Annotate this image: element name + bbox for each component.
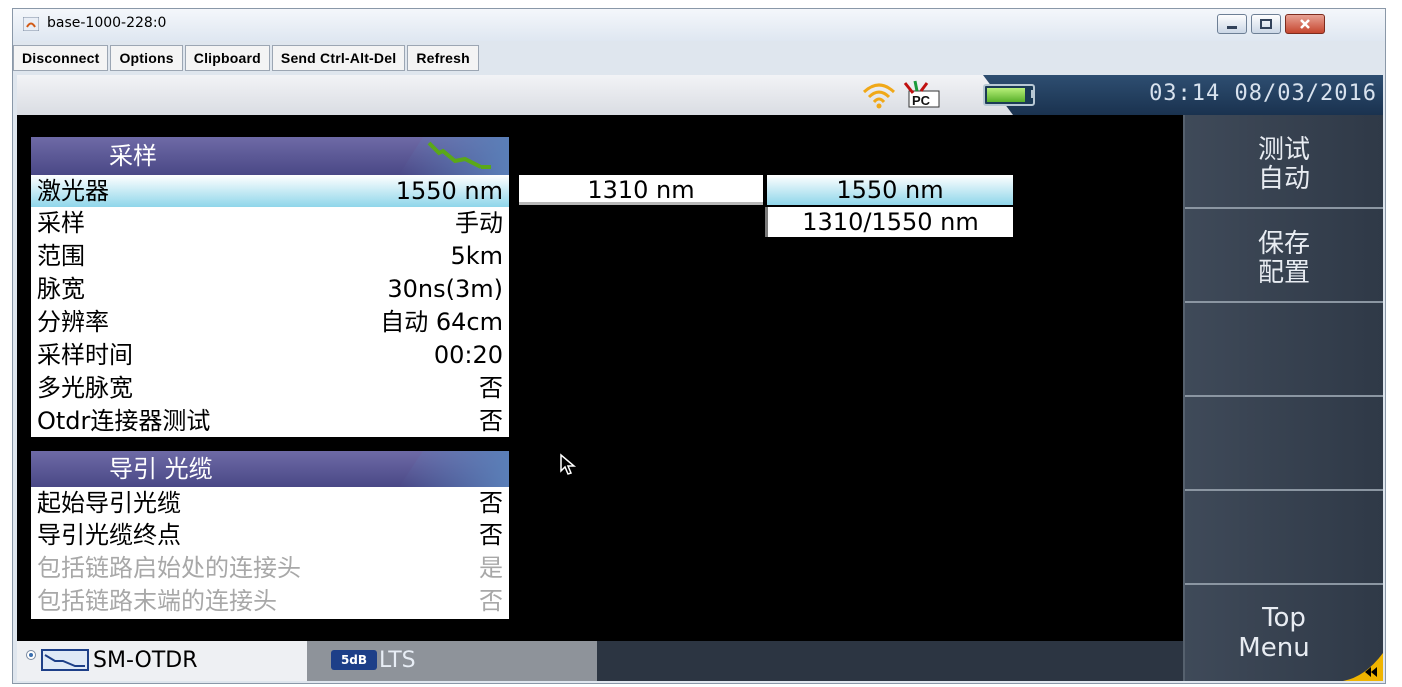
sampling-panel-header: 采样	[31, 137, 509, 175]
close-button[interactable]	[1285, 14, 1325, 34]
row-value: 否	[479, 521, 503, 549]
settings-row-connector-test[interactable]: Otdr连接器测试 否	[31, 405, 509, 437]
device-status-bar: PC 03:14 08/03/2016	[17, 75, 1383, 115]
row-label: Otdr连接器测试	[37, 407, 211, 435]
tab-lts[interactable]: 5dB LTS	[307, 641, 597, 681]
row-label: 脉宽	[37, 275, 85, 303]
remote-screen[interactable]: PC 03:14 08/03/2016 采样 激光器 1550 nm 采样 手动…	[17, 75, 1383, 681]
header-decoration	[399, 451, 509, 487]
row-value: 否	[479, 407, 503, 435]
row-value: 是	[479, 554, 503, 582]
settings-row-range[interactable]: 范围 5km	[31, 240, 509, 272]
settings-row-end-lead[interactable]: 导引光缆终点 否	[31, 519, 509, 551]
tab-sm-otdr[interactable]: SM-OTDR	[17, 641, 307, 681]
settings-row-pulse-width[interactable]: 脉宽 30ns(3m)	[31, 273, 509, 305]
row-label: 包括链路末端的连接头	[37, 587, 277, 615]
settings-row-include-end-connector[interactable]: 包括链路末端的连接头 否	[31, 585, 509, 617]
bottom-tab-bar: SM-OTDR 5dB LTS	[17, 641, 1183, 681]
settings-row-multi-pulse[interactable]: 多光脉宽 否	[31, 372, 509, 404]
sampling-panel: 采样 激光器 1550 nm 采样 手动 范围 5km 脉宽 30ns(3m) …	[31, 137, 509, 437]
pc-connection-icon: PC	[903, 80, 940, 108]
softkey-line1: 保存	[1257, 229, 1310, 259]
mouse-cursor-icon	[560, 453, 577, 475]
row-value: 30ns(3m)	[387, 275, 503, 303]
softkey-empty-5[interactable]	[1185, 491, 1383, 585]
row-label: 导引光缆终点	[37, 521, 181, 549]
softkey-test-auto[interactable]: 测试 自动	[1185, 115, 1383, 209]
softkey-empty-4[interactable]	[1185, 397, 1383, 491]
row-value: 1550 nm	[395, 177, 503, 205]
vnc-toolbar: Disconnect Options Clipboard Send Ctrl-A…	[13, 45, 481, 71]
softkey-line1: 测试	[1257, 135, 1310, 165]
battery-tip	[1031, 90, 1035, 98]
svg-text:PC: PC	[912, 93, 931, 108]
row-value: 手动	[455, 209, 503, 237]
window-title: base-1000-228:0	[47, 15, 167, 31]
minimize-button[interactable]	[1217, 14, 1247, 34]
radio-icon	[26, 650, 36, 660]
otdr-module-icon	[41, 649, 89, 671]
row-value: 00:20	[433, 341, 503, 369]
lts-icon-text: 5dB	[340, 653, 368, 667]
settings-row-laser[interactable]: 激光器 1550 nm	[31, 175, 509, 207]
row-value: 5km	[450, 242, 503, 270]
row-value: 否	[479, 587, 503, 615]
row-label: 包括链路启始处的连接头	[37, 554, 301, 582]
row-label: 范围	[37, 242, 85, 270]
clipboard-button[interactable]: Clipboard	[184, 45, 270, 71]
row-label: 激光器	[37, 177, 109, 205]
softkey-column: 测试 自动 保存 配置 Top Menu	[1183, 115, 1383, 681]
row-value: 否	[479, 489, 503, 517]
softkey-empty-3[interactable]	[1185, 303, 1383, 397]
row-label: 起始导引光缆	[37, 489, 181, 517]
settings-row-start-lead[interactable]: 起始导引光缆 否	[31, 487, 509, 519]
softkey-top-menu[interactable]: Top Menu	[1185, 585, 1383, 681]
lead-cable-panel: 导引 光缆 起始导引光缆 否 导引光缆终点 否 包括链路启始处的连接头 是 包括…	[31, 451, 509, 619]
java-app-icon	[23, 17, 39, 31]
maximize-button[interactable]	[1251, 14, 1281, 34]
settings-row-sampling[interactable]: 采样 手动	[31, 207, 509, 239]
row-label: 多光脉宽	[37, 374, 133, 402]
sampling-panel-title: 采样	[109, 142, 157, 170]
row-value: 否	[479, 374, 503, 402]
wifi-icon	[862, 83, 896, 109]
row-value: 自动 64cm	[380, 308, 503, 336]
minimize-icon	[1227, 26, 1237, 29]
maximize-icon	[1260, 19, 1272, 29]
title-bar: base-1000-228:0	[13, 9, 1385, 41]
options-button[interactable]: Options	[110, 45, 183, 71]
battery-icon	[983, 84, 1035, 106]
close-icon	[1300, 19, 1310, 29]
tab-label: LTS	[379, 648, 416, 673]
settings-row-resolution[interactable]: 分辨率 自动 64cm	[31, 306, 509, 338]
softkey-line2: 自动	[1257, 164, 1310, 194]
row-label: 分辨率	[37, 308, 109, 336]
date-text: 08/03/2016	[1234, 81, 1377, 106]
time-text: 03:14	[1149, 81, 1221, 106]
otdr-trace-icon	[427, 141, 491, 169]
softkey-line2: 配置	[1257, 258, 1310, 288]
softkey-line1: Top	[1262, 603, 1306, 633]
vnc-window: base-1000-228:0 Disconnect Options Clipb…	[12, 8, 1386, 684]
clock: 03:14 08/03/2016	[1149, 81, 1377, 106]
laser-option-1550[interactable]: 1550 nm	[767, 175, 1013, 205]
back-arrow-icon	[1343, 653, 1383, 681]
laser-option-1310-1550[interactable]: 1310/1550 nm	[765, 207, 1013, 237]
send-ctrl-alt-del-button[interactable]: Send Ctrl-Alt-Del	[271, 45, 406, 71]
settings-row-sampling-time[interactable]: 采样时间 00:20	[31, 339, 509, 371]
lts-module-icon: 5dB	[331, 650, 377, 670]
row-label: 采样	[37, 209, 85, 237]
refresh-button[interactable]: Refresh	[407, 45, 479, 71]
softkey-save-config[interactable]: 保存 配置	[1185, 209, 1383, 303]
lead-cable-panel-title: 导引 光缆	[109, 455, 213, 483]
disconnect-button[interactable]: Disconnect	[13, 45, 109, 71]
settings-row-include-start-connector[interactable]: 包括链路启始处的连接头 是	[31, 552, 509, 584]
tab-label: SM-OTDR	[93, 648, 198, 673]
row-label: 采样时间	[37, 341, 133, 369]
lead-cable-panel-header: 导引 光缆	[31, 451, 509, 487]
laser-option-1310[interactable]: 1310 nm	[519, 175, 763, 205]
